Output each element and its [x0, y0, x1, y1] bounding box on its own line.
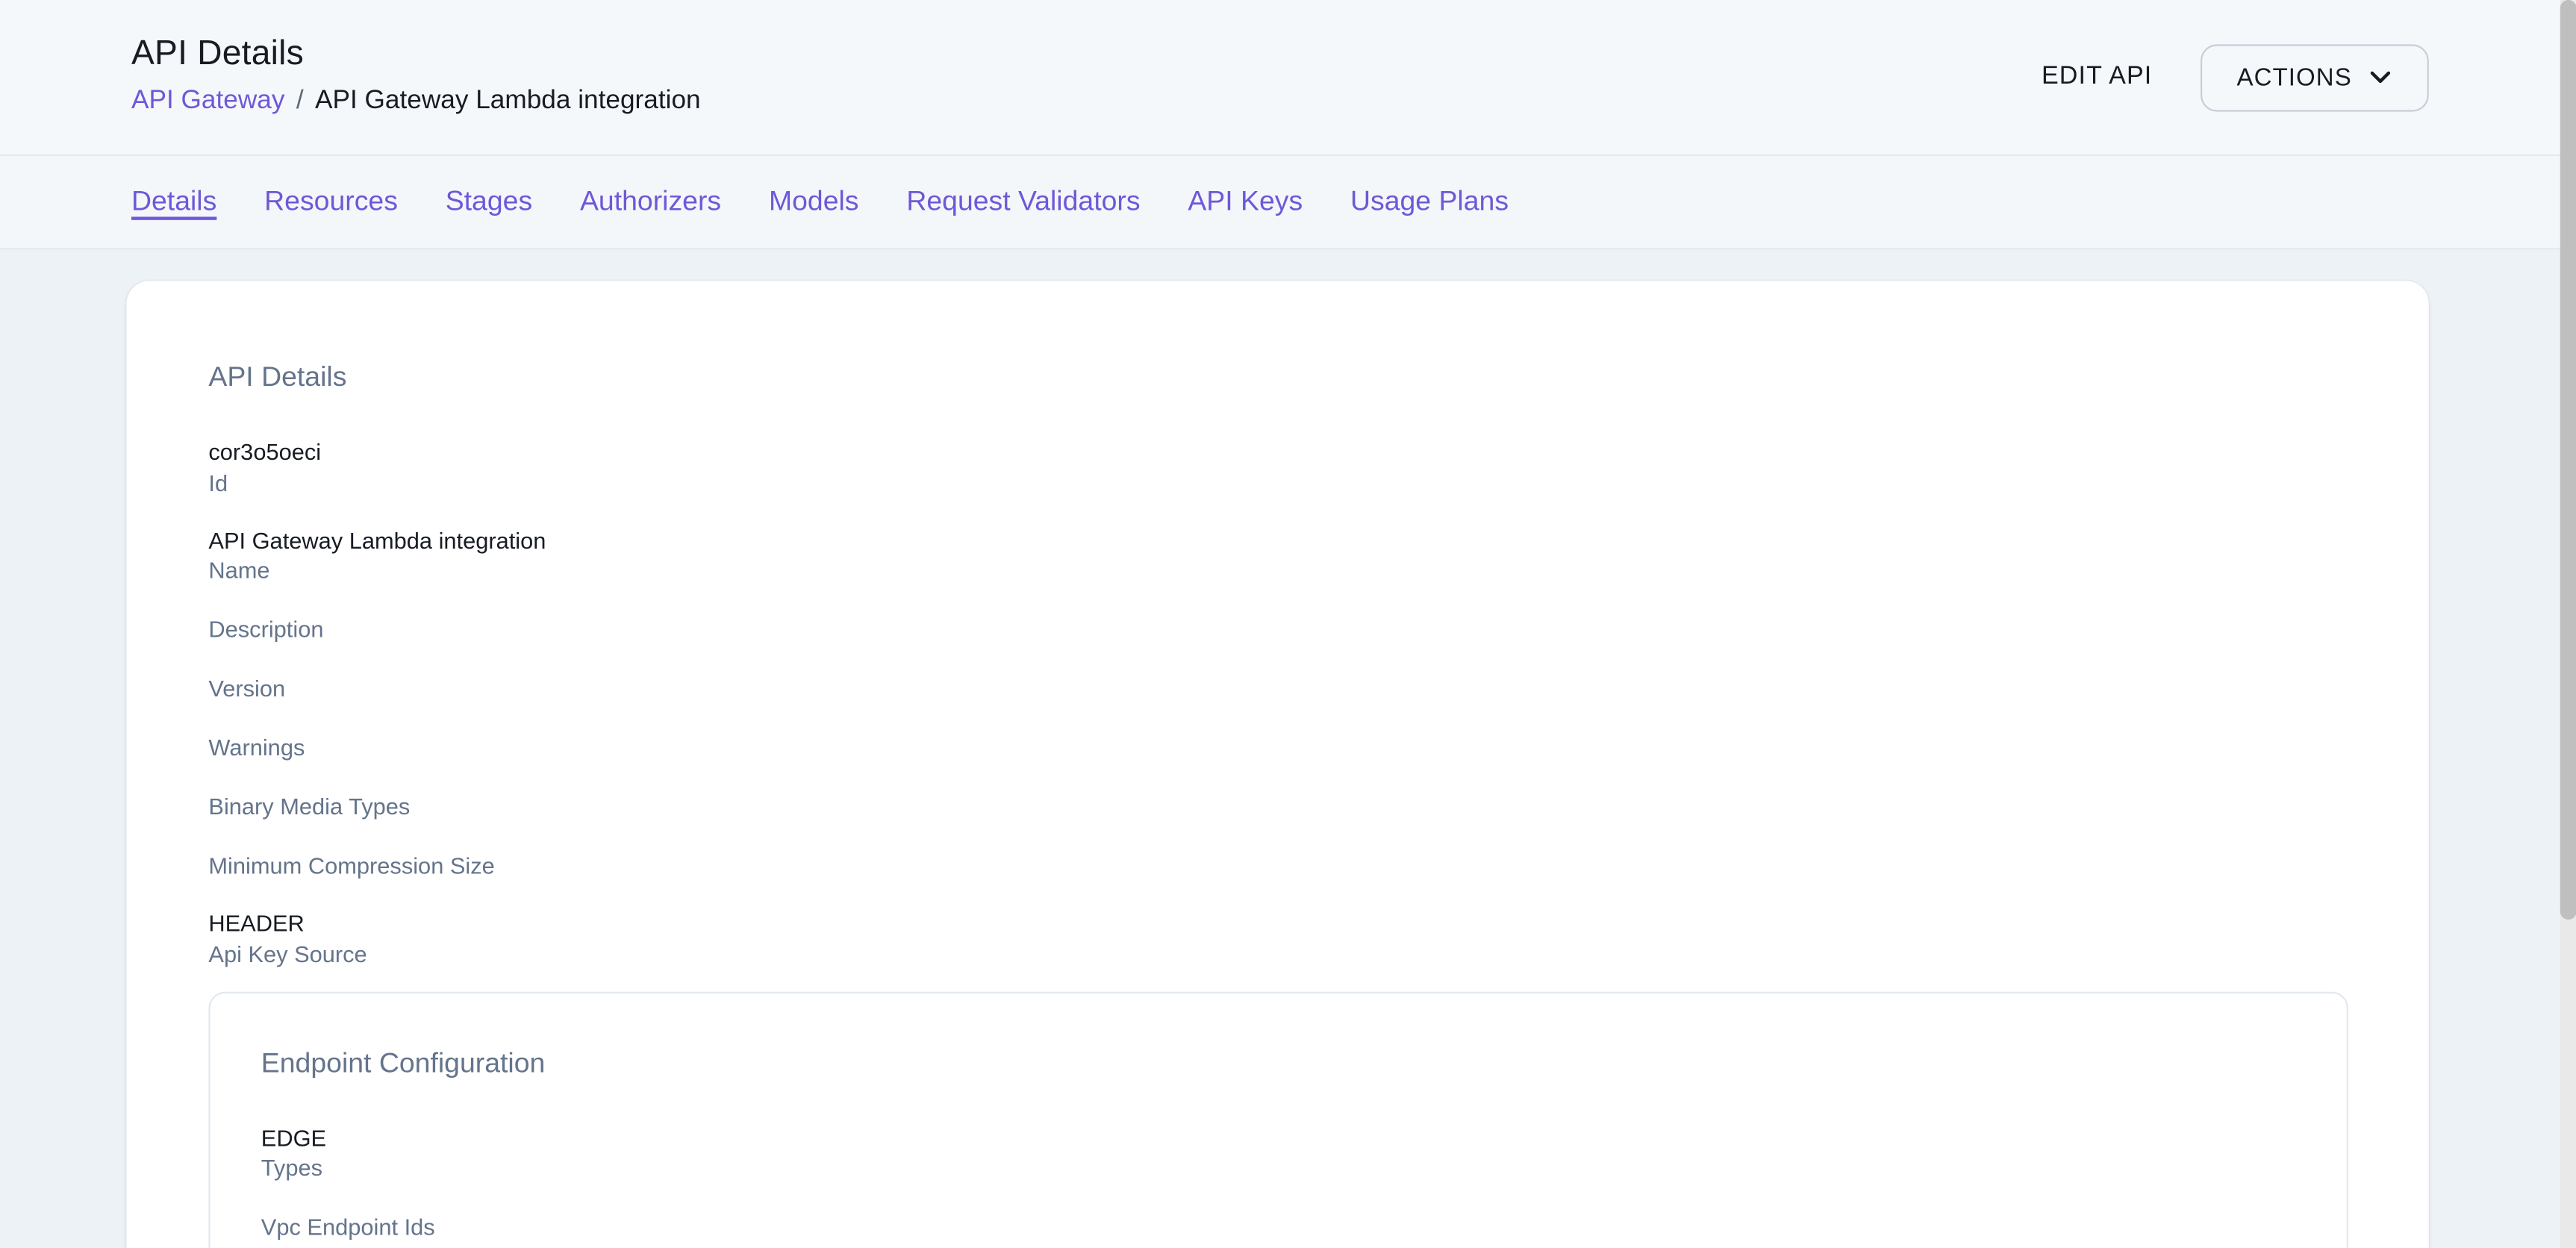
field-label: Vpc Endpoint Ids: [261, 1212, 2296, 1242]
breadcrumb-link-api-gateway[interactable]: API Gateway: [131, 85, 284, 118]
tab-bar: Details Resources Stages Authorizers Mod…: [0, 156, 2576, 249]
field-label: Description: [208, 614, 2348, 644]
header-actions: EDIT API ACTIONS: [2039, 0, 2428, 155]
tab-models[interactable]: Models: [769, 186, 859, 219]
card-heading: API Details: [208, 358, 2348, 398]
chevron-down-icon: [2370, 71, 2392, 84]
title-block: API Details API Gateway / API Gateway La…: [0, 0, 701, 155]
endpoint-configuration-card: Endpoint Configuration EDGE Types Vpc En…: [208, 991, 2348, 1248]
subcard-heading: Endpoint Configuration: [261, 1043, 2296, 1083]
field-binary-media-types: Binary Media Types: [208, 791, 2348, 821]
scrollbar-track[interactable]: [2560, 0, 2576, 1248]
field-name: API Gateway Lambda integration Name: [208, 526, 2348, 584]
tab-resources[interactable]: Resources: [264, 186, 398, 219]
tab-details[interactable]: Details: [131, 186, 216, 219]
field-api-key-source: HEADER Api Key Source: [208, 910, 2348, 968]
field-label: Warnings: [208, 732, 2348, 762]
field-label: Name: [208, 555, 2348, 585]
page-title: API Details: [131, 33, 701, 75]
field-value: EDGE: [261, 1124, 2296, 1153]
field-value: API Gateway Lambda integration: [208, 526, 2348, 555]
viewport: API Details API Gateway / API Gateway La…: [0, 0, 2576, 1248]
breadcrumb-separator: /: [296, 85, 304, 118]
field-label: Version: [208, 673, 2348, 703]
field-label: Minimum Compression Size: [208, 851, 2348, 881]
breadcrumb-current: API Gateway Lambda integration: [315, 85, 701, 118]
field-description: Description: [208, 614, 2348, 644]
tab-usage-plans[interactable]: Usage Plans: [1350, 186, 1509, 219]
field-warnings: Warnings: [208, 732, 2348, 762]
actions-button[interactable]: ACTIONS: [2200, 43, 2428, 110]
field-version: Version: [208, 673, 2348, 703]
actions-button-label: ACTIONS: [2236, 63, 2351, 91]
field-value: cor3o5oeci: [208, 438, 2348, 467]
field-id: cor3o5oeci Id: [208, 438, 2348, 496]
field-types: EDGE Types: [261, 1124, 2296, 1182]
tab-stages[interactable]: Stages: [446, 186, 532, 219]
scrollbar-thumb[interactable]: [2560, 0, 2576, 920]
tab-authorizers[interactable]: Authorizers: [580, 186, 721, 219]
api-details-card: API Details cor3o5oeci Id API Gateway La…: [126, 281, 2428, 1248]
field-vpc-endpoint-ids: Vpc Endpoint Ids: [261, 1212, 2296, 1242]
edit-api-button[interactable]: EDIT API: [2039, 49, 2156, 105]
breadcrumb: API Gateway / API Gateway Lambda integra…: [131, 85, 701, 118]
app-header: API Details API Gateway / API Gateway La…: [0, 0, 2576, 156]
main-content: API Details cor3o5oeci Id API Gateway La…: [0, 249, 2576, 1246]
tab-api-keys[interactable]: API Keys: [1188, 186, 1303, 219]
field-label: Binary Media Types: [208, 791, 2348, 821]
field-label: Id: [208, 467, 2348, 497]
field-label: Api Key Source: [208, 938, 2348, 968]
tab-request-validators[interactable]: Request Validators: [906, 186, 1140, 219]
page: API Details API Gateway / API Gateway La…: [0, 0, 2576, 1248]
field-minimum-compression-size: Minimum Compression Size: [208, 851, 2348, 881]
field-value: HEADER: [208, 910, 2348, 939]
field-label: Types: [261, 1152, 2296, 1182]
